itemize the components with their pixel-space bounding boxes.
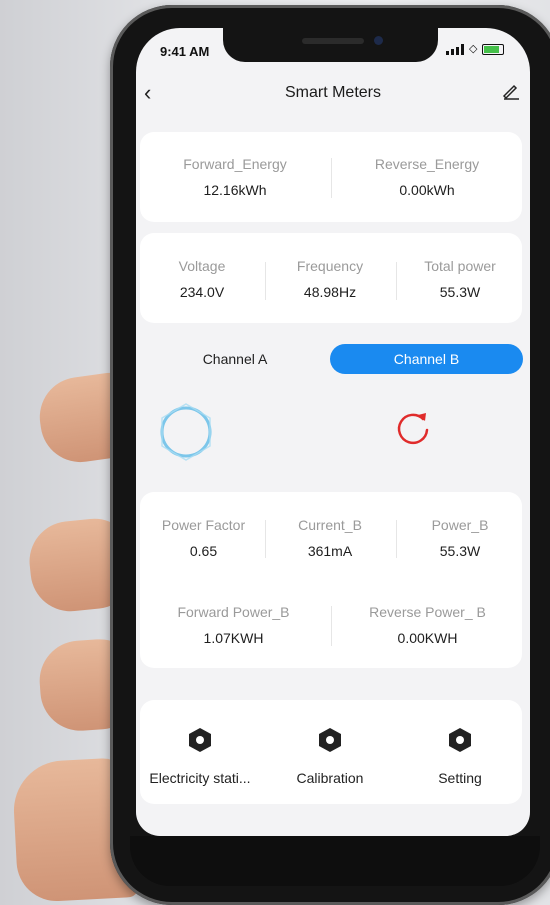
reverse-power-b: Reverse Power_ B 0.00KWH <box>350 604 505 646</box>
divider <box>265 520 266 558</box>
hex-gear-icon <box>449 728 471 752</box>
reverse-power-b-label: Reverse Power_ B <box>369 604 486 620</box>
electricity-statistics-button[interactable]: Electricity stati... <box>138 727 262 786</box>
edit-icon[interactable] <box>502 82 520 105</box>
voltage-value: 234.0V <box>179 284 225 300</box>
power-factor-label: Power Factor <box>161 517 246 533</box>
setting-button[interactable]: Setting <box>420 727 500 786</box>
current-b: Current_B 361mA <box>274 517 386 559</box>
hex-gear-icon <box>189 728 211 752</box>
forward-energy: Forward_Energy 12.16kWh <box>160 156 310 198</box>
frequency-label: Frequency <box>296 258 364 274</box>
forward-power-b: Forward Power_B 1.07KWH <box>156 604 311 646</box>
reverse-power-b-value: 0.00KWH <box>397 630 458 646</box>
forward-energy-label: Forward_Energy <box>183 156 287 172</box>
forward-energy-value: 12.16kWh <box>203 182 267 198</box>
hex-gear-icon <box>319 728 341 752</box>
power-factor-value: 0.65 <box>189 543 218 559</box>
divider <box>331 606 332 646</box>
refresh-icon[interactable] <box>392 408 434 450</box>
divider <box>331 158 332 198</box>
divider <box>396 520 397 558</box>
calibration-button[interactable]: Calibration <box>280 727 380 786</box>
power-b-value: 55.3W <box>439 543 481 559</box>
forward-power-b-value: 1.07KWH <box>203 630 264 646</box>
reverse-energy-label: Reverse_Energy <box>374 156 480 172</box>
voltage: Voltage 234.0V <box>146 258 258 300</box>
forward-power-b-label: Forward Power_B <box>177 604 290 620</box>
voltage-label: Voltage <box>178 258 226 274</box>
calibration-label: Calibration <box>296 770 364 786</box>
total-power: Total power 55.3W <box>404 258 516 300</box>
power-b-label: Power_B <box>431 517 489 533</box>
frequency-value: 48.98Hz <box>303 284 357 300</box>
electricity-statistics-label: Electricity stati... <box>149 770 251 786</box>
current-b-label: Current_B <box>298 517 362 533</box>
current-b-value: 361mA <box>307 543 353 559</box>
page-title: Smart Meters <box>284 84 381 101</box>
total-power-value: 55.3W <box>439 284 481 300</box>
tab-channel-b[interactable]: Channel B <box>330 344 523 374</box>
channel-a-ring-icon <box>154 400 218 464</box>
frequency: Frequency 48.98Hz <box>274 258 386 300</box>
setting-label: Setting <box>438 770 482 786</box>
divider <box>396 262 397 300</box>
reverse-energy-value: 0.00kWh <box>399 182 455 198</box>
phone-bottom-bezel <box>130 836 540 886</box>
divider <box>265 262 266 300</box>
power-factor: Power Factor 0.65 <box>146 517 261 559</box>
header: Smart Meters <box>136 0 530 120</box>
reverse-energy: Reverse_Energy 0.00kWh <box>352 156 502 198</box>
total-power-label: Total power <box>424 258 496 274</box>
tab-channel-a[interactable]: Channel A <box>150 344 320 374</box>
power-b: Power_B 55.3W <box>404 517 516 559</box>
